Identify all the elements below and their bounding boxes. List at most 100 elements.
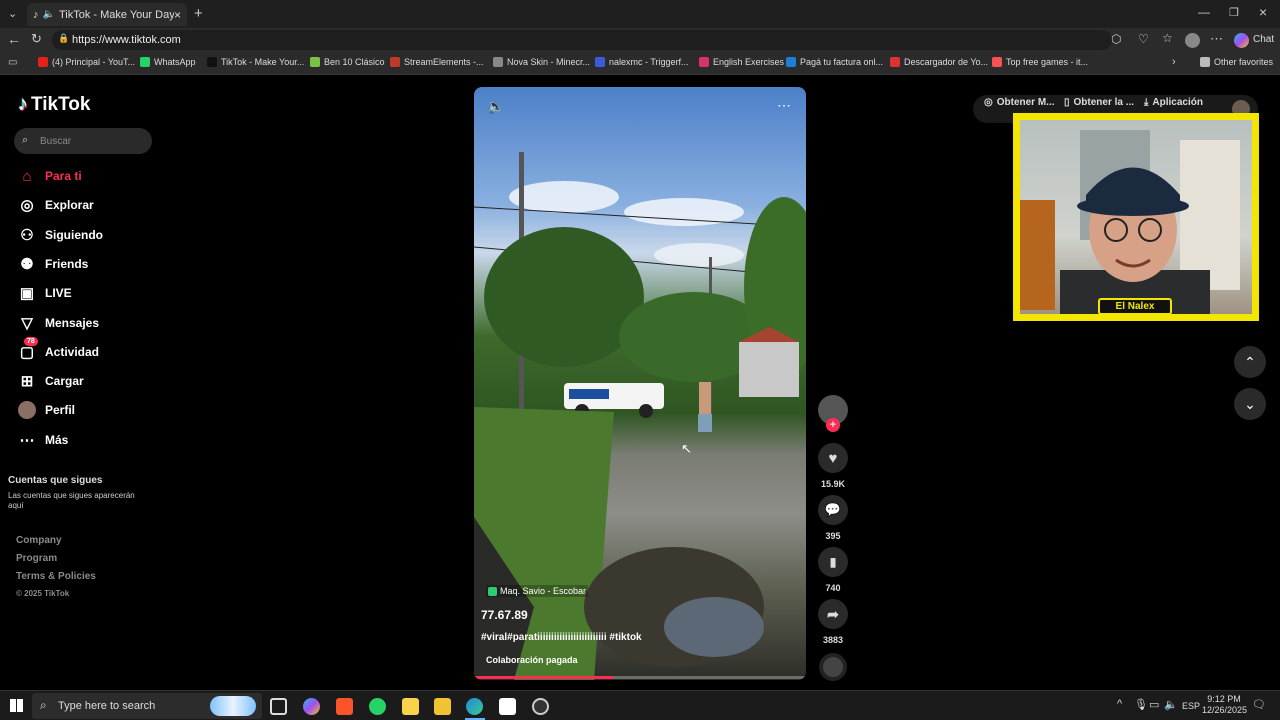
bookmark-item[interactable]: Pagá tu factura onl... bbox=[786, 57, 883, 67]
volume-tray-icon[interactable]: 🔈 bbox=[1164, 698, 1178, 711]
sidebar-item-live[interactable]: ▣ LIVE bbox=[18, 284, 72, 302]
edge-icon[interactable] bbox=[466, 698, 483, 715]
footer-company[interactable]: Company bbox=[16, 535, 62, 546]
follow-plus-icon[interactable]: + bbox=[826, 418, 840, 432]
footer-copyright: © 2025 TikTok bbox=[16, 589, 70, 598]
sound-disc[interactable] bbox=[818, 653, 848, 681]
minimize-icon[interactable]: — bbox=[1198, 5, 1210, 19]
author-avatar[interactable]: + bbox=[818, 395, 848, 432]
speaker-icon[interactable]: 🔈 bbox=[43, 9, 55, 20]
reload-icon[interactable]: ↻ bbox=[31, 31, 42, 47]
search-input[interactable]: ⌕ Buscar bbox=[14, 128, 152, 154]
task-view-icon[interactable] bbox=[270, 698, 287, 715]
network-icon[interactable]: ▭ bbox=[1149, 698, 1159, 711]
activity-badge: 78 bbox=[24, 336, 38, 346]
more-icon: ⋯ bbox=[19, 431, 35, 449]
more-options-icon[interactable]: ⋯ bbox=[777, 97, 791, 114]
location-tag[interactable]: Maq. Savio - Escobar bbox=[486, 585, 589, 597]
profile-avatar[interactable] bbox=[1185, 33, 1200, 48]
progress-track[interactable] bbox=[474, 676, 806, 679]
sidebar-item-ms[interactable]: ⋯ Más bbox=[18, 431, 69, 449]
sidebar-item-label: Friends bbox=[45, 256, 89, 271]
video-caption[interactable]: #viral#paratiiiiiiiiiiiiiiiiiiiiiiiii #t… bbox=[481, 632, 642, 643]
pc-icon: ▯ bbox=[1064, 97, 1070, 108]
address-bar[interactable]: 🔒 https://www.tiktok.com bbox=[52, 30, 1112, 50]
like-button[interactable]: ♥ 15.9K bbox=[818, 443, 848, 489]
file-explorer-icon[interactable] bbox=[434, 698, 451, 715]
bookmarks-overflow-icon[interactable]: › bbox=[1172, 56, 1176, 68]
obs-icon[interactable] bbox=[532, 698, 549, 715]
share-icon: ➦ bbox=[827, 605, 839, 622]
tab-list-icon[interactable]: ⌄ bbox=[8, 7, 17, 20]
sticky-notes-icon[interactable] bbox=[402, 698, 419, 715]
author-name[interactable]: 77.67.89 bbox=[481, 608, 528, 622]
sidebar-item-friends[interactable]: ⚉ Friends bbox=[18, 255, 88, 273]
webcam-overlay bbox=[1013, 113, 1259, 321]
chat-label[interactable]: Chat bbox=[1253, 34, 1274, 45]
sidebar-item-mensajes[interactable]: ▽ Mensajes bbox=[18, 314, 99, 332]
extensions-icon[interactable]: ⬡ bbox=[1111, 32, 1121, 46]
volume-icon[interactable]: 🔈 bbox=[487, 98, 504, 115]
app-button[interactable]: ⤓ Aplicación bbox=[1144, 97, 1203, 108]
get-coins-button[interactable]: ◎ Obtener M... bbox=[984, 97, 1055, 108]
bookmark-item[interactable]: Top free games - it... bbox=[992, 57, 1088, 67]
bookmark-item[interactable]: Nova Skin - Minecr... bbox=[493, 57, 590, 67]
bookmark-item[interactable]: (4) Principal - YouT... bbox=[38, 57, 135, 67]
sidebar-item-label: Mensajes bbox=[45, 315, 100, 330]
close-tab-icon[interactable]: × bbox=[174, 8, 181, 22]
tiktok-logo[interactable]: ♪ TikTok bbox=[18, 93, 90, 116]
sidebar-item-cargar[interactable]: ⊞ Cargar bbox=[18, 372, 84, 390]
back-icon[interactable]: ← bbox=[7, 31, 21, 47]
sidebar-item-parati[interactable]: ⌂ Para ti bbox=[18, 167, 81, 185]
tab-tiktok[interactable]: ♪ 🔈 TikTok - Make Your Day × bbox=[27, 3, 187, 26]
bookmark-item[interactable]: StreamElements -... bbox=[390, 57, 484, 67]
sidebar-item-perfil[interactable]: Perfil bbox=[18, 401, 75, 420]
activity-icon: ▢ 78 bbox=[18, 336, 38, 361]
capcut-icon[interactable] bbox=[499, 698, 516, 715]
copilot-app-icon[interactable] bbox=[303, 698, 320, 715]
like-count: 15.9K bbox=[820, 479, 846, 489]
language-indicator[interactable]: ESP bbox=[1182, 701, 1200, 711]
bookmark-item[interactable]: TikTok - Make Your... bbox=[207, 57, 304, 67]
bookmark-item[interactable]: English Exercises bbox=[699, 57, 784, 67]
video-player[interactable]: 🔈 ⋯ Maq. Savio - Escobar 77.67.89 #viral… bbox=[474, 87, 806, 680]
bookmark-item[interactable]: Descargador de Yo... bbox=[890, 57, 988, 67]
previous-video-button[interactable]: ⌃ bbox=[1234, 346, 1266, 378]
get-app-button[interactable]: ▯ Obtener la ... bbox=[1064, 97, 1134, 108]
lock-icon[interactable]: 🔒 bbox=[58, 33, 69, 44]
sidebar-item-siguiendo[interactable]: ⚇ Siguiendo bbox=[18, 226, 103, 244]
close-window-icon[interactable]: × bbox=[1259, 4, 1267, 20]
tiktok-page: ♪ TikTok ⌕ Buscar ⌂ Para ti ◎ Explorar ⚇ Sigu… bbox=[0, 75, 1280, 690]
taskbar-search[interactable]: ⌕ Type here to search bbox=[32, 693, 262, 719]
bookmark-label: Descargador de Yo... bbox=[904, 57, 989, 67]
sidebar-item-label: LIVE bbox=[45, 286, 72, 301]
copilot-icon[interactable] bbox=[1234, 33, 1249, 48]
maximize-icon[interactable]: ❐ bbox=[1229, 6, 1239, 19]
bookmark-item[interactable]: WhatsApp bbox=[140, 57, 196, 67]
footer-terms[interactable]: Terms & Policies bbox=[16, 571, 96, 582]
browser-essentials-icon[interactable]: ♡ bbox=[1138, 32, 1149, 46]
collections-icon[interactable]: ▭ bbox=[8, 57, 17, 68]
favorites-icon[interactable]: ☆ bbox=[1162, 31, 1173, 45]
menu-icon[interactable]: ⋯ bbox=[1210, 31, 1223, 47]
new-tab-icon[interactable]: + bbox=[194, 5, 203, 22]
upload-icon: ⊞ bbox=[20, 373, 34, 391]
clock[interactable]: 9:12 PM 12/26/2025 bbox=[1202, 694, 1247, 716]
footer-program[interactable]: Program bbox=[16, 553, 57, 564]
windows-start-icon[interactable] bbox=[10, 699, 23, 712]
next-video-button[interactable]: ⌄ bbox=[1234, 388, 1266, 420]
bookmark-item[interactable]: nalexmc - Triggerf... bbox=[595, 57, 689, 67]
whatsapp-icon[interactable] bbox=[369, 698, 386, 715]
sidebar-item-explorar[interactable]: ◎ Explorar bbox=[18, 196, 93, 214]
notifications-icon[interactable]: 🗨 bbox=[1252, 698, 1266, 711]
microphone-icon[interactable]: 🎙 bbox=[1134, 698, 1148, 711]
url-text: https://www.tiktok.com bbox=[72, 34, 181, 46]
tray-overflow-icon[interactable]: ^ bbox=[1117, 698, 1122, 710]
share-button[interactable]: ➦ 3883 bbox=[813, 599, 853, 645]
other-favorites[interactable]: Other favorites bbox=[1200, 57, 1273, 67]
brave-icon[interactable] bbox=[336, 698, 353, 715]
save-button[interactable]: ▮ 740 bbox=[818, 547, 848, 593]
bookmark-item[interactable]: Ben 10 Clásico bbox=[310, 57, 385, 67]
comment-button[interactable]: 💬 395 bbox=[813, 495, 853, 541]
sidebar-item-actividad[interactable]: ▢ 78 Actividad bbox=[18, 336, 99, 361]
